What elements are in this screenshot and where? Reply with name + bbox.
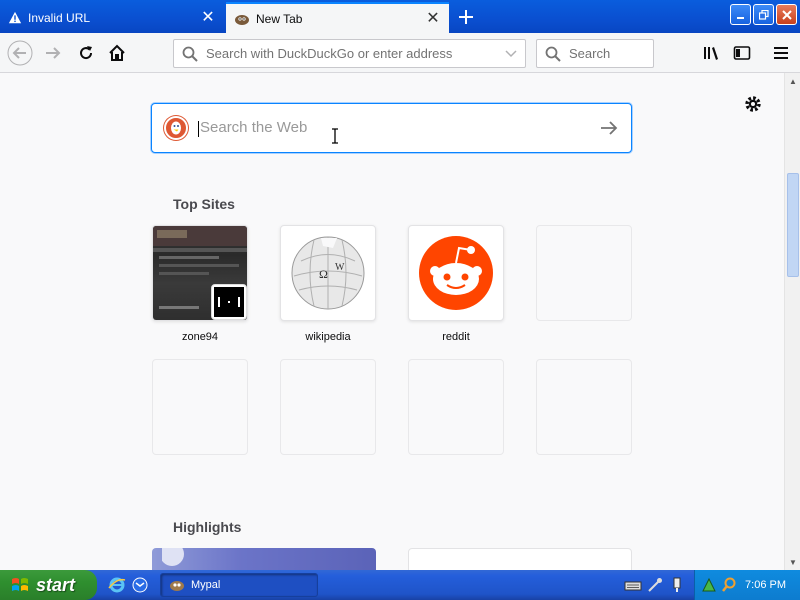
- url-bar-placeholder: Search with DuckDuckGo or enter address: [206, 46, 453, 61]
- scrollbar-thumb[interactable]: [787, 173, 799, 277]
- top-site-reddit[interactable]: [408, 225, 504, 321]
- arrow-right-icon[interactable]: [599, 118, 619, 138]
- chevron-down-icon[interactable]: [505, 49, 517, 58]
- tab-label: Invalid URL: [28, 10, 91, 25]
- back-button[interactable]: [6, 39, 34, 67]
- duckduckgo-icon: [171, 121, 181, 135]
- top-site-empty[interactable]: [536, 225, 632, 321]
- web-search-placeholder: Search the Web: [200, 119, 308, 137]
- mypal-icon: [235, 14, 249, 25]
- search-icon: [545, 46, 561, 62]
- hamburger-menu-icon: [774, 47, 788, 59]
- tab-invalid-url[interactable]: Invalid URL ✕: [0, 2, 224, 33]
- text-caret: [198, 120, 199, 137]
- tab-close-icon[interactable]: ✕: [200, 9, 216, 26]
- back-arrow-icon: [7, 40, 33, 66]
- duckduckgo-logo: [164, 116, 188, 140]
- mypal-icon: [170, 581, 184, 591]
- page-scrollbar[interactable]: ▲ ▼: [784, 73, 800, 570]
- menu-button[interactable]: [767, 39, 795, 67]
- new-tab-page: Search the Web Top Sites zone94 Ω W wiki…: [0, 73, 784, 570]
- usb-device-icon[interactable]: [668, 576, 686, 594]
- eyedropper-icon[interactable]: [646, 576, 664, 594]
- plus-icon: [459, 10, 473, 24]
- taskbar-item-mypal[interactable]: Mypal: [160, 573, 318, 597]
- top-site-empty[interactable]: [536, 359, 632, 455]
- top-site-empty[interactable]: [280, 359, 376, 455]
- top-sites-title: Top Sites: [173, 196, 235, 212]
- scroll-up-arrow-icon[interactable]: ▲: [785, 73, 800, 89]
- url-bar[interactable]: Search with DuckDuckGo or enter address: [173, 39, 526, 68]
- tab-new-tab[interactable]: New Tab ✕: [226, 2, 449, 33]
- top-site-empty[interactable]: [408, 359, 504, 455]
- svg-text:W: W: [335, 262, 345, 273]
- navigation-toolbar: Search with DuckDuckGo or enter address …: [0, 33, 800, 73]
- keyboard-icon[interactable]: [624, 576, 642, 594]
- sidebar-icon: [733, 46, 751, 60]
- taskbar-item-label: Mypal: [191, 579, 221, 591]
- top-site-zone94[interactable]: [152, 225, 248, 321]
- home-icon: [109, 44, 125, 61]
- system-tray: 7:06 PM: [694, 570, 800, 600]
- reload-button[interactable]: [72, 39, 100, 67]
- top-site-wikipedia[interactable]: Ω W: [280, 225, 376, 321]
- highlights-title: Highlights: [173, 519, 242, 535]
- site-favicon: [211, 284, 247, 320]
- web-search-box[interactable]: Search the Web: [151, 103, 632, 153]
- search-bar-placeholder: Search: [569, 46, 611, 61]
- internet-explorer-icon[interactable]: [108, 576, 126, 594]
- start-label: start: [36, 574, 76, 595]
- close-window-button[interactable]: [776, 4, 797, 25]
- search-icon[interactable]: [721, 577, 737, 593]
- system-clock: 7:06 PM: [745, 579, 786, 591]
- restore-button[interactable]: [753, 4, 774, 25]
- top-site-label: reddit: [442, 331, 470, 343]
- tab-close-icon[interactable]: ✕: [425, 10, 441, 27]
- home-button[interactable]: [103, 39, 131, 67]
- svg-text:Ω: Ω: [319, 267, 328, 281]
- top-site-label: zone94: [181, 331, 219, 343]
- highlight-card[interactable]: [408, 548, 632, 570]
- text-cursor-icon: [332, 128, 338, 144]
- highlight-card[interactable]: [152, 548, 376, 570]
- reload-icon: [80, 46, 93, 60]
- top-site-empty[interactable]: [152, 359, 248, 455]
- start-button[interactable]: start: [0, 570, 97, 600]
- close-icon: [781, 9, 792, 20]
- search-icon: [182, 46, 198, 62]
- scroll-down-arrow-icon[interactable]: ▼: [785, 554, 800, 570]
- minimize-button[interactable]: [730, 4, 751, 25]
- pong-icon: [214, 287, 244, 317]
- forward-button[interactable]: [39, 39, 67, 67]
- windows-flag-icon: [12, 578, 28, 591]
- forward-arrow-icon: [46, 47, 61, 59]
- web-search-input[interactable]: Search the Web: [198, 119, 599, 137]
- minimize-icon: [736, 16, 744, 19]
- moon-image: [162, 548, 184, 566]
- email-client-icon[interactable]: [131, 576, 149, 594]
- search-bar[interactable]: Search: [536, 39, 654, 68]
- sidebar-button[interactable]: [728, 39, 756, 67]
- wikipedia-globe-icon: Ω W: [291, 236, 365, 310]
- library-icon: [704, 47, 718, 60]
- top-site-label: wikipedia: [305, 331, 351, 343]
- restore-icon: [758, 9, 769, 20]
- library-button[interactable]: [697, 39, 725, 67]
- gear-icon[interactable]: [742, 93, 764, 115]
- reddit-icon: [419, 236, 493, 310]
- warning-icon: [8, 11, 22, 23]
- network-icon[interactable]: [701, 577, 717, 593]
- tab-strip: Invalid URL ✕ New Tab ✕: [0, 0, 800, 33]
- window-controls: [730, 4, 797, 25]
- tab-label: New Tab: [256, 11, 303, 26]
- new-tab-button[interactable]: [453, 4, 479, 30]
- windows-taskbar: start Mypal 7:06 PM: [0, 570, 800, 600]
- taskbar-toolbar-icons: [624, 576, 686, 594]
